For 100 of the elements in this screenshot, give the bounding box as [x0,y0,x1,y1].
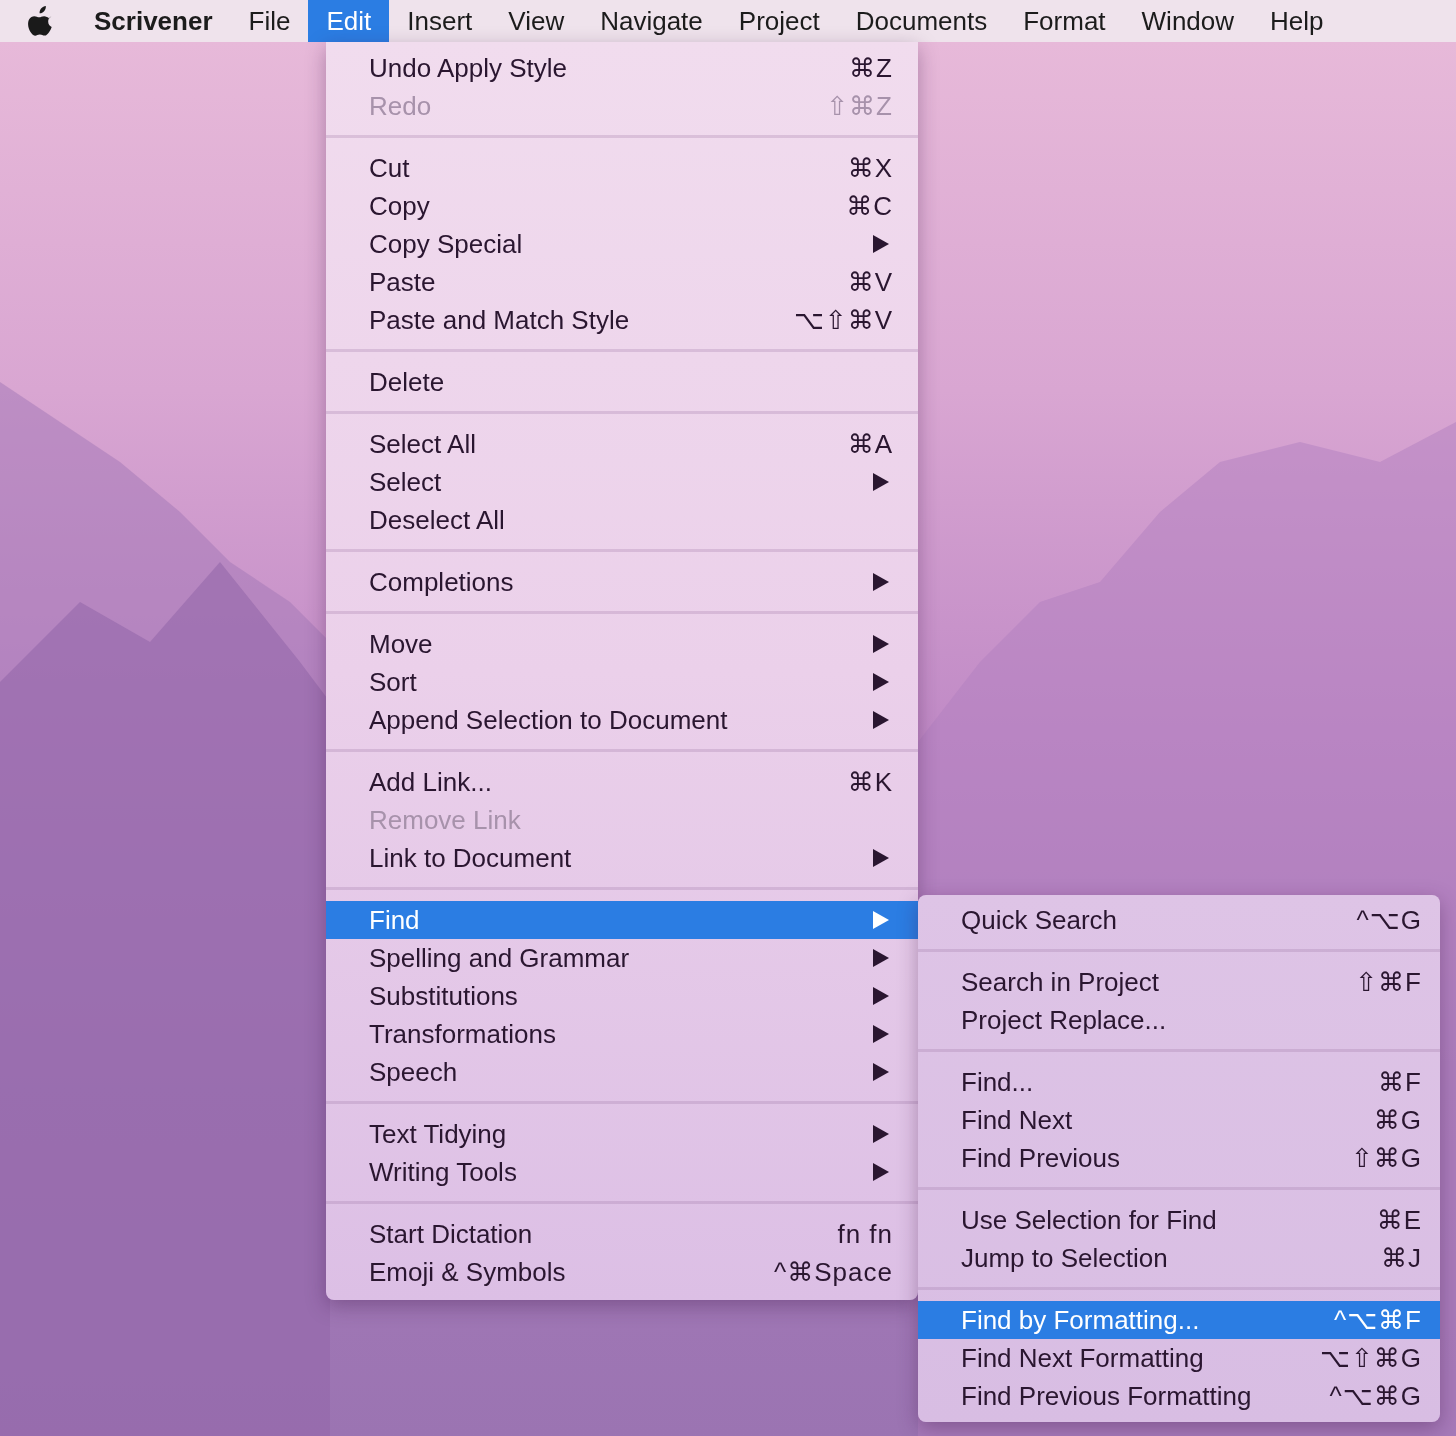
apple-logo-icon[interactable] [28,6,54,36]
menu-item-label: Use Selection for Find [961,1204,1217,1236]
menu-item[interactable]: Copy ⌘C [326,187,918,225]
menu-item-label: Select All [369,428,476,460]
menu-item-label: Paste and Match Style [369,304,630,336]
menu-item[interactable]: Spelling and Grammar [326,939,918,977]
menu-item-label: Copy [369,190,430,222]
menu-item[interactable]: Search in Project ⇧⌘F [918,963,1440,1001]
keyboard-shortcut: ⌘F [1378,1066,1422,1098]
menu-item[interactable]: Speech [326,1053,918,1091]
menu-item-label: Find Previous [961,1142,1120,1174]
menu-item[interactable]: Link to Document [326,839,918,877]
menu-item-label: Completions [369,566,514,598]
menu-item[interactable]: Find Next ⌘G [918,1101,1440,1139]
keyboard-shortcut: ⌘A [847,428,893,460]
menu-item-label: Substitutions [369,980,518,1012]
menu-item[interactable]: Completions [326,563,918,601]
keyboard-shortcut: ⇧⌘F [1355,966,1422,998]
menu-item[interactable]: Cut ⌘X [326,149,918,187]
menu-item-label: Search in Project [961,966,1159,998]
menu-item[interactable]: Start Dictation fn fn [326,1215,918,1253]
menu-item-label: Emoji & Symbols [369,1256,566,1288]
menu-item-label: Move [369,628,433,660]
menu-item-label: Find Previous Formatting [961,1380,1252,1412]
menu-item-label: Speech [369,1056,458,1088]
menu-item[interactable]: Jump to Selection ⌘J [918,1239,1440,1277]
keyboard-shortcut: ⌘C [846,190,893,222]
menu-item[interactable]: Use Selection for Find ⌘E [918,1201,1440,1239]
menu-item[interactable]: Undo Apply Style ⌘Z [326,49,918,87]
menu-bar-item[interactable]: Format [1005,0,1124,42]
menu-item-label: Sort [369,666,417,698]
menu-bar-item[interactable]: File [230,0,309,42]
keyboard-shortcut: fn fn [837,1218,893,1250]
menu-item-label: Delete [369,366,445,398]
keyboard-shortcut: ^⌥⌘G [1329,1380,1422,1412]
menu-item[interactable]: Project Replace... [918,1001,1440,1039]
menu-item[interactable]: Transformations [326,1015,918,1053]
menu-item-label: Start Dictation [369,1218,533,1250]
keyboard-shortcut: ⌘J [1381,1242,1422,1274]
menu-item-label: Undo Apply Style [369,52,567,84]
app-name-menu[interactable]: Scrivener [76,5,231,37]
menu-item-label: Add Link... [369,766,492,798]
menu-item[interactable]: Sort [326,663,918,701]
menu-item-label: Redo [369,90,432,122]
keyboard-shortcut: ⌥⇧⌘G [1320,1342,1422,1374]
menu-item-label: Cut [369,152,410,184]
menu-item[interactable]: Text Tidying [326,1115,918,1153]
menu-item[interactable]: Find by Formatting... ^⌥⌘F [918,1301,1440,1339]
menu-item-label: Quick Search [961,904,1118,936]
menu-item[interactable]: Add Link... ⌘K [326,763,918,801]
menu-item-label: Jump to Selection [961,1242,1168,1274]
menu-item[interactable]: Writing Tools [326,1153,918,1191]
menu-item-label: Project Replace... [961,1004,1167,1036]
menu-item-label: Writing Tools [369,1156,517,1188]
menu-item[interactable]: Paste ⌘V [326,263,918,301]
menu-item[interactable]: Paste and Match Style ⌥⇧⌘V [326,301,918,339]
menu-item[interactable]: Emoji & Symbols ^⌘Space [326,1253,918,1291]
menu-item-label: Transformations [369,1018,556,1050]
menu-item[interactable]: Find Next Formatting ⌥⇧⌘G [918,1339,1440,1377]
keyboard-shortcut: ⇧⌘Z [826,90,893,122]
keyboard-shortcut: ^⌥⌘F [1333,1304,1422,1336]
menu-item-label: Append Selection to Document [369,704,728,736]
menu-item[interactable]: Find Previous Formatting ^⌥⌘G [918,1377,1440,1415]
menu-item[interactable]: Append Selection to Document [326,701,918,739]
keyboard-shortcut: ⌘Z [849,52,893,84]
keyboard-shortcut: ⌘V [847,266,893,298]
menu-item-label: Spelling and Grammar [369,942,630,974]
menu-bar-item[interactable]: Project [720,0,838,42]
menu-bar-item[interactable]: Help [1252,0,1342,42]
menu-item[interactable]: Copy Special [326,225,918,263]
keyboard-shortcut: ⌘E [1376,1204,1422,1236]
keyboard-shortcut: ⇧⌘G [1351,1142,1422,1174]
menu-item[interactable]: Quick Search ^⌥G [918,901,1440,939]
menu-item[interactable]: Find Previous ⇧⌘G [918,1139,1440,1177]
keyboard-shortcut: ^⌘Space [774,1256,893,1288]
menu-item[interactable]: Substitutions [326,977,918,1015]
menu-item[interactable]: Select [326,463,918,501]
menu-item-label: Text Tidying [369,1118,507,1150]
menu-bar-item[interactable]: Documents [837,0,1006,42]
menu-item-label: Copy Special [369,228,523,260]
menu-item[interactable]: Delete [326,363,918,401]
menu-bar-item[interactable]: Window [1123,0,1253,42]
menu-item[interactable]: Select All ⌘A [326,425,918,463]
menu-item-label: Find [369,904,420,936]
menu-bar-item[interactable]: Edit [308,0,390,42]
menu-item[interactable]: Deselect All [326,501,918,539]
menu-item[interactable]: Find... ⌘F [918,1063,1440,1101]
menu-item[interactable]: Find [326,901,918,939]
keyboard-shortcut: ⌘G [1373,1104,1422,1136]
menu-bar-item[interactable]: Insert [389,0,491,42]
keyboard-shortcut: ⌘K [847,766,893,798]
menu-item-label: Remove Link [369,804,521,836]
menu-item-label: Select [369,466,442,498]
menu-item-label: Find Next [961,1104,1073,1136]
menu-item-label: Deselect All [369,504,505,536]
menu-item[interactable]: Move [326,625,918,663]
menu-item-label: Paste [369,266,436,298]
menu-item-label: Find Next Formatting [961,1342,1204,1374]
menu-bar-item[interactable]: View [490,0,583,42]
menu-bar-item[interactable]: Navigate [582,0,721,42]
